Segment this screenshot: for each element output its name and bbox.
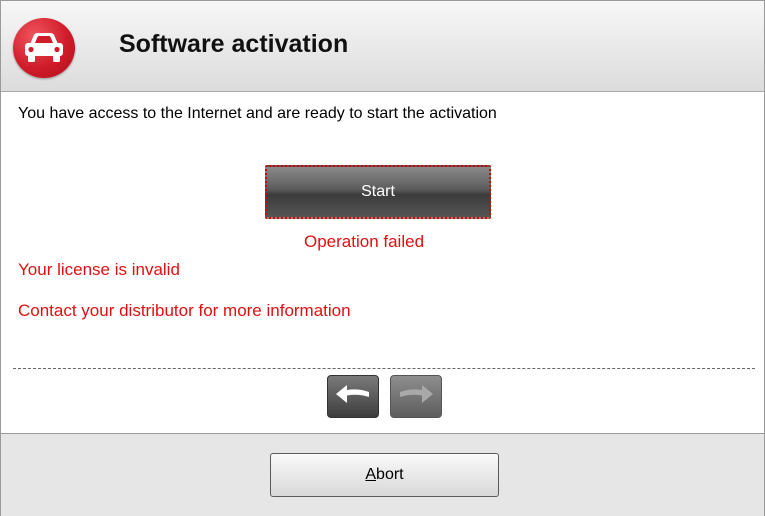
abort-button-label: bort (376, 466, 404, 483)
abort-button[interactable]: Abort (270, 453, 499, 497)
car-icon (13, 18, 75, 78)
abort-accelerator-key: A (365, 466, 377, 483)
info-text: You have access to the Internet and are … (18, 105, 497, 122)
forward-button[interactable] (390, 375, 442, 418)
footer-bar: Abort (1, 433, 764, 516)
header-bar: Software activation (1, 1, 764, 92)
arrow-back-icon (334, 383, 372, 410)
start-button-label: Start (361, 183, 395, 200)
activation-window: Software activation You have access to t… (0, 0, 765, 516)
divider (13, 368, 755, 369)
back-button[interactable] (327, 375, 379, 418)
error-message-contact: Contact your distributor for more inform… (18, 301, 351, 320)
status-message: Operation failed (304, 232, 425, 251)
start-button[interactable]: Start (265, 165, 491, 219)
window-title: Software activation (119, 30, 349, 58)
arrow-forward-icon (397, 383, 435, 410)
error-message-license: Your license is invalid (18, 260, 180, 279)
